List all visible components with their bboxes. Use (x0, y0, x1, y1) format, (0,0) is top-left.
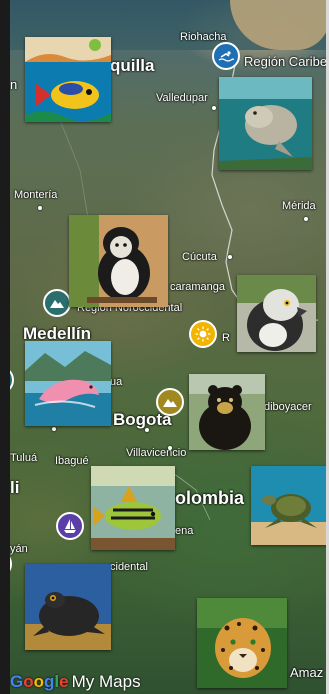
dot-valledupar (212, 106, 216, 110)
label-ibague: Ibagué (55, 455, 89, 467)
label-cucuta: Cúcuta (182, 251, 217, 263)
manatee-photo[interactable] (219, 77, 312, 170)
label-cali: li (10, 478, 20, 497)
swimmer-icon (218, 51, 234, 62)
label-valledupar: Valledupar (156, 92, 208, 104)
jaguar-photo[interactable] (197, 598, 287, 688)
swimming-pin[interactable] (212, 42, 240, 70)
mountain-icon (50, 300, 64, 308)
my-maps-text: My Maps (71, 672, 141, 691)
google-my-maps-logo[interactable]: Google My Maps (10, 672, 141, 692)
mountain-pin-center[interactable] (156, 388, 184, 416)
mountain-icon (163, 399, 177, 407)
eagle-photo[interactable] (237, 275, 316, 352)
label-amazonia: Amaz (290, 665, 324, 680)
sun-icon (195, 326, 211, 342)
dot-ibague (52, 427, 56, 431)
label-bucaramanga: caramanga (170, 281, 226, 293)
label-riohacha: Riohacha (180, 31, 227, 43)
label-ena: ena (175, 525, 194, 537)
dot-bogota (145, 428, 149, 432)
pink-dolphin-photo[interactable] (25, 341, 111, 426)
label-diboyacense: diboyacer (264, 401, 312, 413)
label-yan: yán (10, 543, 28, 555)
monkey-photo[interactable] (69, 215, 168, 307)
sailboat-pin[interactable] (56, 512, 84, 540)
map-canvas[interactable]: Riohacha Región Caribe quilla Valledupar… (0, 0, 329, 694)
label-region-r: R (222, 332, 230, 344)
sun-pin[interactable] (189, 320, 217, 348)
label-monteria: Montería (14, 189, 58, 201)
label-tulua: Tuluá (10, 452, 38, 464)
bear-photo[interactable] (189, 374, 265, 450)
dot-monteria (38, 206, 42, 210)
label-barranquilla: quilla (110, 56, 155, 75)
turtle-photo[interactable] (251, 466, 329, 545)
label-merida: Mérida (282, 200, 316, 212)
google-logo-text: Google (10, 672, 69, 691)
label-region-caribe: Región Caribe (244, 54, 328, 69)
label-ua: ua (110, 376, 123, 388)
sailboat-icon (64, 519, 76, 533)
dot-cucuta (228, 255, 232, 259)
frog-photo[interactable] (25, 564, 111, 650)
mountain-pin-north[interactable] (43, 289, 71, 317)
dot-villavicencio (168, 446, 172, 450)
striped-fish-photo[interactable] (91, 466, 175, 550)
left-edge-strip (0, 0, 10, 694)
label-villavicencio: Villavicencio (126, 447, 187, 459)
label-colombia: olombia (175, 488, 245, 508)
label-region-pacifica: cidental (110, 561, 148, 573)
dot-merida (304, 217, 308, 221)
label-left-cut: n (10, 77, 18, 92)
colorful-fish-photo[interactable] (25, 37, 111, 122)
